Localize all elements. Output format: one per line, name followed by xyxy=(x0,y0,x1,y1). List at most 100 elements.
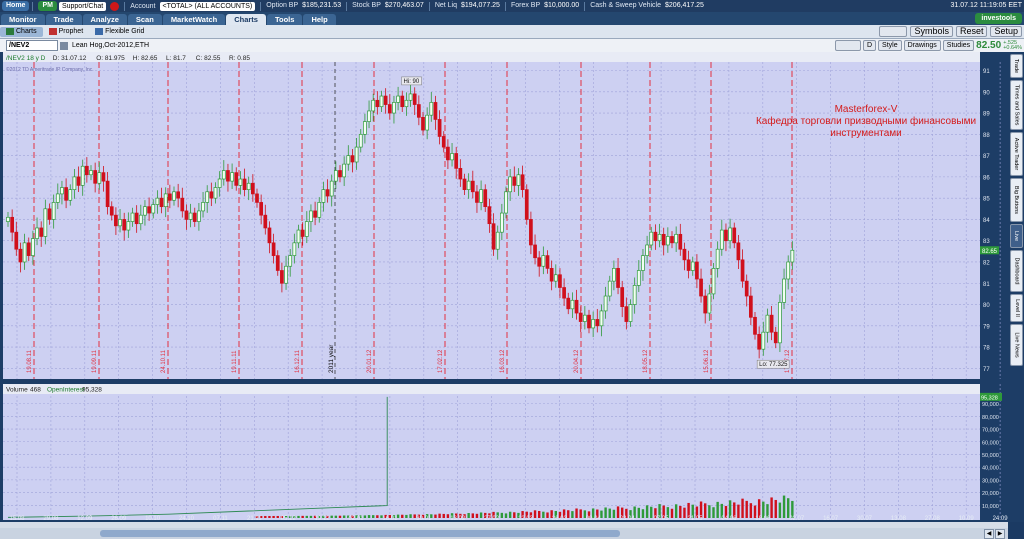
oi-value: 95,328 xyxy=(82,387,102,394)
volume-bar xyxy=(704,503,707,518)
alert-icon[interactable] xyxy=(110,1,120,11)
volume-bar xyxy=(504,513,508,518)
aggregation-button[interactable]: D xyxy=(862,40,877,51)
y-tick-label: 80 xyxy=(983,303,990,309)
scroll-right-button[interactable]: ▶ xyxy=(995,529,1005,539)
volume-y-tick: 20,000 xyxy=(982,491,999,497)
y-tick-label: 85 xyxy=(983,197,990,203)
timeframe-slider[interactable] xyxy=(834,40,861,51)
tab-charts[interactable]: Charts xyxy=(226,14,266,25)
rail-tab-live[interactable]: Live xyxy=(1010,224,1023,248)
right-rail: Trade Times and Sales Active Trader Big But… xyxy=(1008,52,1024,522)
separator xyxy=(346,1,348,11)
y-tick-label: 87 xyxy=(983,154,990,160)
clock: 31.07.12 11:19:05 EET xyxy=(950,2,1022,9)
subtab-label: Prophet xyxy=(58,27,84,35)
subtab-label: Charts xyxy=(16,27,37,35)
y-tick-label: 90 xyxy=(983,90,990,96)
style-button[interactable]: Style xyxy=(878,40,902,51)
home-button[interactable]: Home xyxy=(2,1,30,11)
volume-label: Volume xyxy=(6,387,28,394)
reset-button[interactable]: Reset xyxy=(955,26,988,37)
oi-tag: 95,328 xyxy=(981,395,998,401)
change-percent: +0.64% xyxy=(1003,44,1022,51)
setup-button[interactable]: Setup xyxy=(990,26,1022,37)
rail-tab-active-trader[interactable]: Active Trader xyxy=(1010,132,1023,176)
scroll-left-button[interactable]: ◀ xyxy=(984,529,994,539)
rail-tab-big-buttons[interactable]: Big Buttons xyxy=(1010,178,1023,222)
annotation-line: Кафедра торговли призводными финансовыми xyxy=(756,115,976,127)
support-chat-button[interactable]: Support/Chat xyxy=(58,1,107,11)
rail-tab-label: Dashboard xyxy=(1013,257,1020,285)
tab-scan[interactable]: Scan xyxy=(127,14,162,25)
tab-tools[interactable]: Tools xyxy=(266,14,303,25)
volume-y-tick: 40,000 xyxy=(982,466,999,472)
y-tick-label: 79 xyxy=(983,324,990,330)
metric-value: $194,077.25 xyxy=(461,1,500,9)
tab-help[interactable]: Help xyxy=(303,14,336,25)
volume-bar xyxy=(604,507,607,518)
volume-bar xyxy=(372,515,375,518)
month-marker-label: 19.09.11 xyxy=(92,349,98,373)
scrollbar-thumb[interactable] xyxy=(100,530,620,537)
volume-bar xyxy=(641,509,645,518)
drawings-button[interactable]: Drawings xyxy=(903,40,941,51)
volume-bar xyxy=(679,505,682,518)
rail-tab-label: Live xyxy=(1013,230,1020,242)
account-metrics: Option BP $185,231.53 Stock BP $270,463.07 N… xyxy=(257,1,706,11)
month-marker-label: 16.12.11 xyxy=(295,349,301,373)
volume-bar xyxy=(342,515,346,518)
subtab-prophet[interactable]: Prophet xyxy=(43,27,90,37)
volume-bar xyxy=(434,514,437,518)
studies-button[interactable]: Studies xyxy=(942,40,975,51)
subtab-charts[interactable]: Charts xyxy=(0,26,43,37)
pm-button[interactable]: PM xyxy=(38,1,57,11)
y-tick-label: 89 xyxy=(983,112,990,118)
tab-monitor[interactable]: Monitor xyxy=(1,14,45,25)
rail-tab-label: Trade xyxy=(1013,58,1020,74)
metric-label: Cash & Sweep Vehicle xyxy=(590,1,662,9)
volume-bar xyxy=(264,515,267,518)
month-marker-label: 18.05.12 xyxy=(643,349,649,373)
svg-text:Lo: 77.325: Lo: 77.325 xyxy=(759,362,788,368)
y-tick-label: 77 xyxy=(983,367,990,373)
rail-tab-dashboard[interactable]: Dashboard xyxy=(1010,250,1023,292)
y-tick-label: 84 xyxy=(983,218,990,224)
volume-header xyxy=(3,384,980,394)
tab-analyze[interactable]: Analyze xyxy=(82,14,127,25)
volume-bar xyxy=(401,514,404,518)
volume-bar xyxy=(409,514,412,518)
rail-tab-level-ii[interactable]: Level II xyxy=(1010,294,1023,322)
volume-bar xyxy=(637,507,640,518)
layout-grid-icon[interactable] xyxy=(879,26,908,37)
rail-tab-label: Big Buttons xyxy=(1013,185,1020,215)
volume-bar xyxy=(309,515,313,518)
subtab-flexible-grid[interactable]: Flexible Grid xyxy=(89,27,150,37)
volume-bar xyxy=(338,515,342,518)
volume-bar xyxy=(467,513,470,518)
volume-bar xyxy=(500,512,504,518)
volume-bar xyxy=(301,515,304,518)
volume-bar xyxy=(674,504,678,518)
symbols-button[interactable]: Symbols xyxy=(910,26,953,37)
rail-tab-trade[interactable]: Trade xyxy=(1010,54,1023,78)
month-marker-label: 15.06.12 xyxy=(704,349,710,373)
watermark: ©2012 TD Ameritrade IP Company, Inc. xyxy=(6,66,94,73)
metric-value: $206,417.25 xyxy=(665,1,704,9)
price-chart[interactable]: /NEV2 18 y D D: 31.07.12 O: 81.975 H: 82.65… xyxy=(0,52,1008,522)
tab-trade[interactable]: Trade xyxy=(45,14,82,25)
tab-marketwatch[interactable]: MarketWatch xyxy=(162,14,226,25)
y-tick-label: 81 xyxy=(983,282,990,288)
volume-y-tick: 90,000 xyxy=(982,402,999,408)
rail-tab-live-news[interactable]: Live News xyxy=(1010,324,1023,366)
chart-toolbar-right: Symbols Reset Setup xyxy=(879,26,1022,37)
rail-tab-times-and-sales[interactable]: Times and Sales xyxy=(1010,80,1023,130)
horizontal-scrollbar[interactable]: ◀ ▶ xyxy=(0,528,1008,539)
y-tick-label: 82 xyxy=(983,260,990,266)
investools-button[interactable]: investools xyxy=(975,13,1022,24)
link-icon[interactable] xyxy=(60,41,68,50)
volume-bar xyxy=(741,498,744,518)
account-selector[interactable]: <TOTAL> (ALL ACCOUNTS) xyxy=(159,1,256,11)
symbol-input[interactable]: /NEV2 xyxy=(6,40,58,51)
info-symbol: /NEV2 18 y D xyxy=(6,55,46,62)
